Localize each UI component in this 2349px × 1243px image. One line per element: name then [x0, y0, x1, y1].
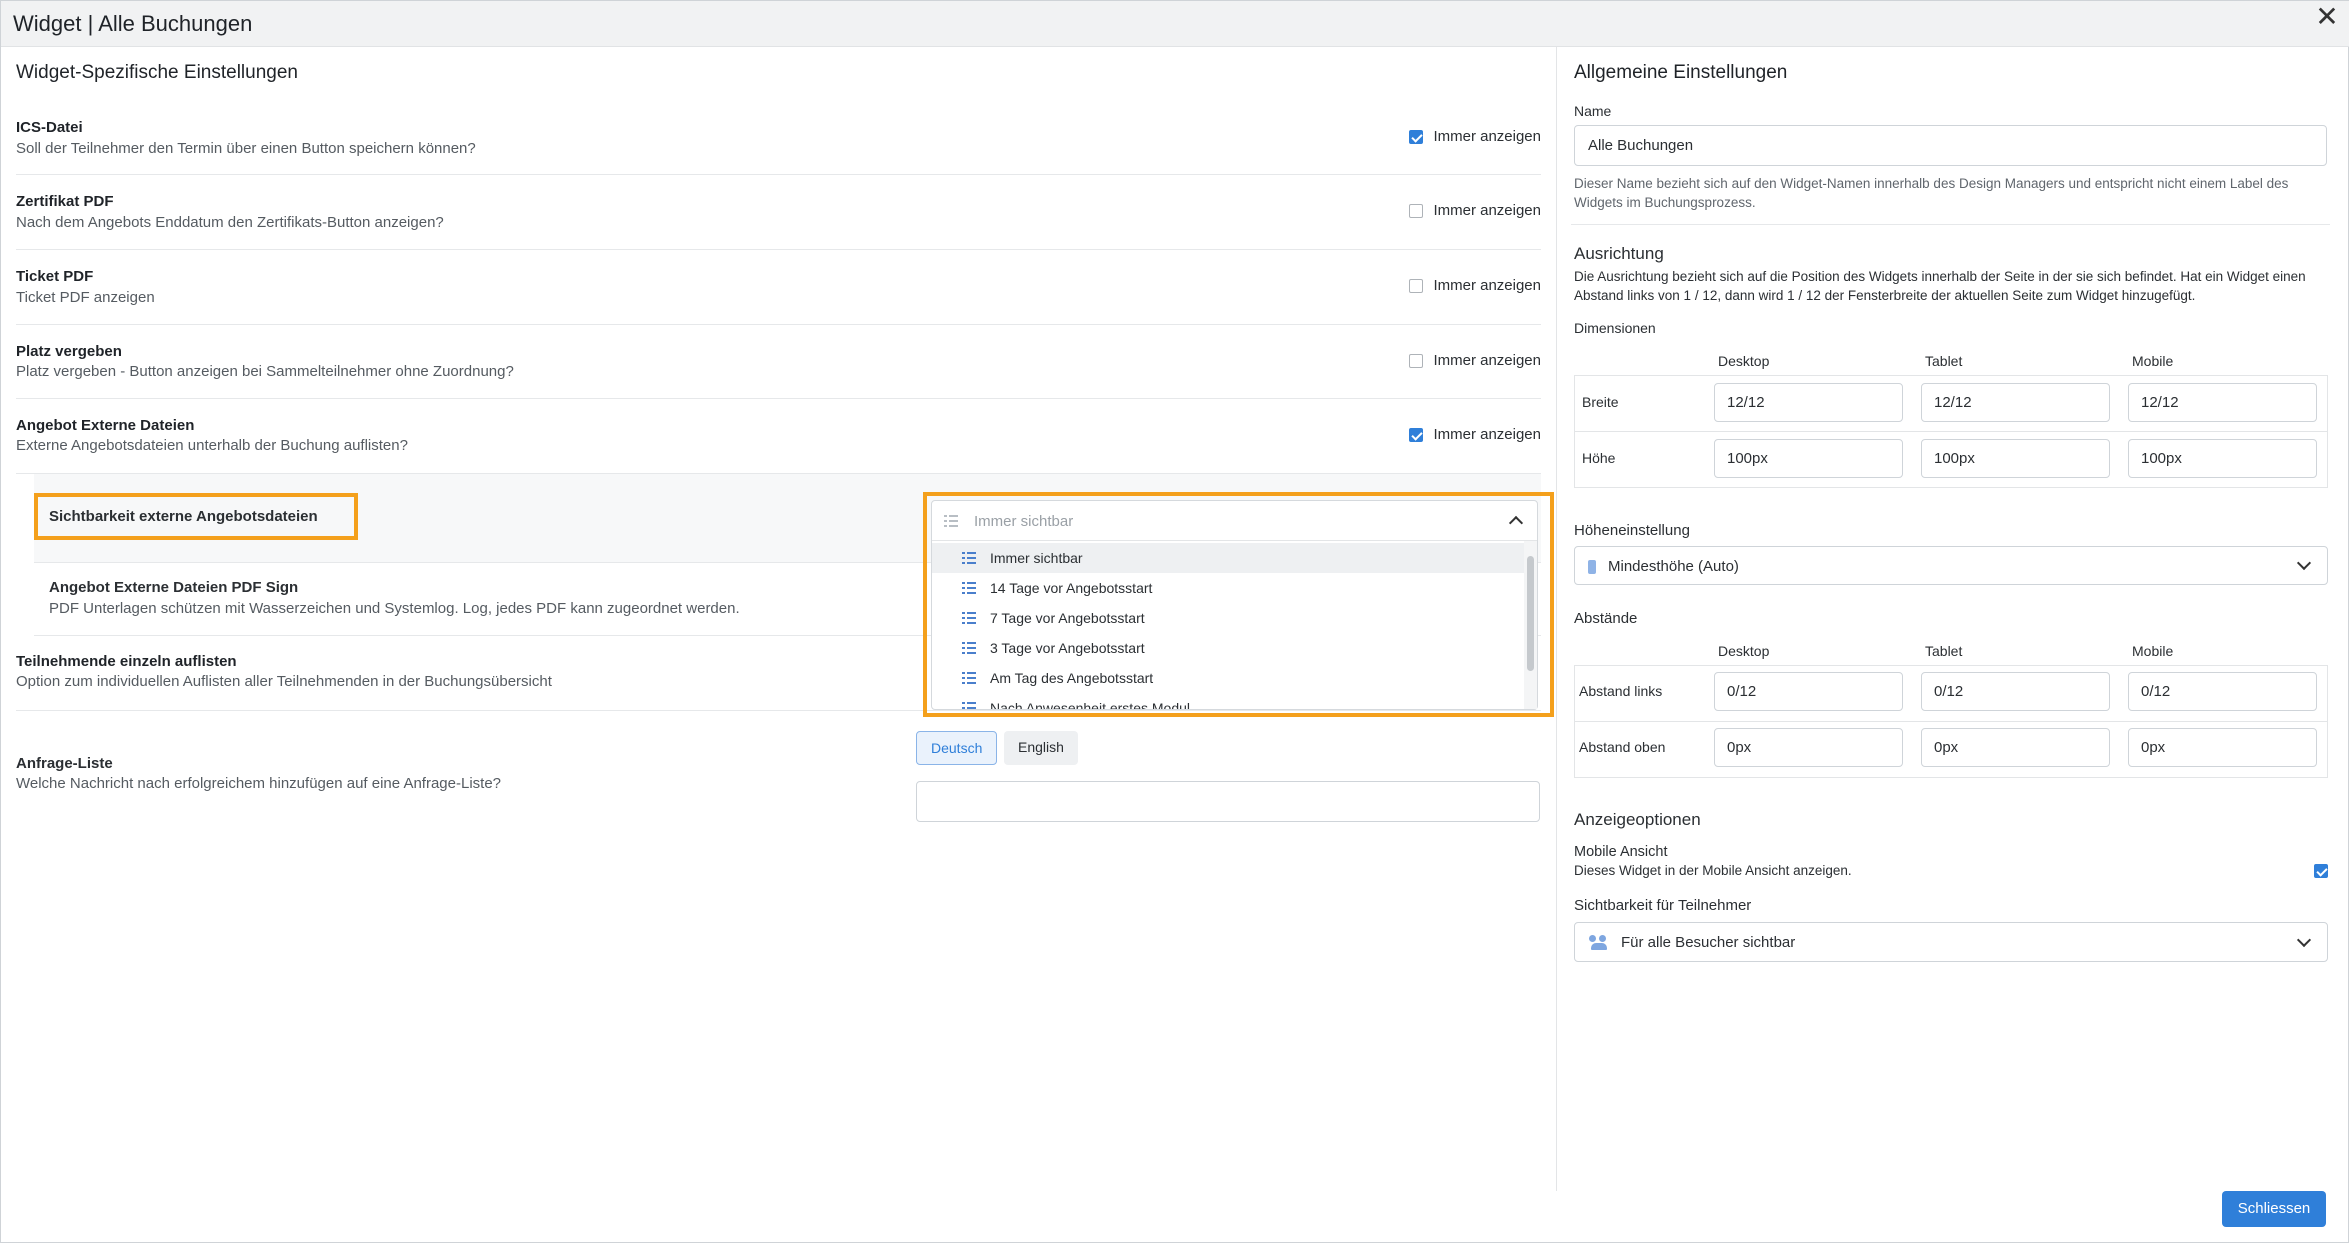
pdf-sign-title: Angebot Externe Dateien PDF Sign: [49, 579, 299, 596]
name-label: Name: [1574, 103, 1612, 119]
divider: [1571, 224, 2330, 225]
height-setting-value: Mindesthöhe (Auto): [1608, 558, 1739, 575]
mobile-view-title: Mobile Ansicht: [1574, 844, 1668, 860]
always-show-checkbox-ticket[interactable]: Immer anzeigen: [1409, 277, 1541, 294]
spacing-top-tablet-input[interactable]: 0px: [1921, 728, 2110, 767]
spacing-top-mobile-input[interactable]: 0px: [2128, 728, 2317, 767]
request-list-title: Anfrage-Liste: [16, 755, 113, 772]
setting-row-external-files: Angebot Externe Dateien Externe Angebots…: [16, 399, 1541, 474]
tab-deutsch[interactable]: Deutsch: [916, 731, 998, 765]
modal-header: Widget | Alle Buchungen: [1, 1, 2349, 47]
width-mobile-input[interactable]: 12/12: [2128, 383, 2317, 422]
visibility-label: Sichtbarkeit externe Angebotsdateien: [49, 508, 318, 525]
setting-title: ICS-Datei: [16, 119, 83, 136]
modal-title: Widget | Alle Buchungen: [13, 11, 253, 36]
close-button[interactable]: Schliessen: [2222, 1191, 2326, 1227]
chevron-down-icon[interactable]: [2296, 932, 2312, 948]
column-header-mobile: Mobile: [2132, 643, 2174, 659]
close-icon[interactable]: ✕: [2312, 3, 2342, 33]
pdf-sign-desc: PDF Unterlagen schützen mit Wasserzeiche…: [49, 600, 740, 617]
width-desktop-input[interactable]: 12/12: [1714, 383, 1903, 422]
dimension-row-label: Höhe: [1582, 450, 1616, 466]
column-header-desktop: Desktop: [1718, 643, 1770, 659]
spacing-left-mobile-input[interactable]: 0/12: [2128, 672, 2317, 711]
width-tablet-input[interactable]: 12/12: [1921, 383, 2110, 422]
checkbox-label: Immer anzeigen: [1433, 426, 1541, 443]
spacing-title: Abstände: [1574, 610, 1638, 627]
always-show-checkbox-external-files[interactable]: Immer anzeigen: [1409, 426, 1541, 443]
column-divider: [1556, 47, 1557, 1191]
general-settings-title: Allgemeine Einstellungen: [1574, 62, 1788, 83]
participant-visibility-title: Sichtbarkeit für Teilnehmer: [1574, 897, 1752, 914]
setting-title: Teilnehmende einzeln auflisten: [16, 653, 237, 670]
column-header-mobile: Mobile: [2132, 353, 2174, 369]
height-mobile-input[interactable]: 100px: [2128, 439, 2317, 478]
setting-row-ticket: Ticket PDF Ticket PDF anzeigen Immer anz…: [16, 250, 1541, 325]
spacing-top-desktop-input[interactable]: 0px: [1714, 728, 1903, 767]
height-desktop-input[interactable]: 100px: [1714, 439, 1903, 478]
column-header-desktop: Desktop: [1718, 353, 1770, 369]
request-list-desc: Welche Nachricht nach erfolgreichem hinz…: [16, 775, 502, 792]
checkbox[interactable]: [1409, 278, 1424, 293]
divider: [1574, 721, 2328, 722]
checkbox[interactable]: [1409, 203, 1424, 218]
setting-title: Zertifikat PDF: [16, 193, 114, 210]
always-show-checkbox-ics[interactable]: Immer anzeigen: [1409, 128, 1541, 145]
widget-specific-settings-title: Widget-Spezifische Einstellungen: [16, 62, 298, 83]
checkbox-label: Immer anzeigen: [1433, 352, 1541, 369]
setting-desc: Platz vergeben - Button anzeigen bei Sam…: [16, 363, 514, 380]
setting-title: Angebot Externe Dateien: [16, 417, 195, 434]
setting-desc: Externe Angebotsdateien unterhalb der Bu…: [16, 437, 408, 454]
checkbox-label: Immer anzeigen: [1433, 277, 1541, 294]
spacing-row-label: Abstand links: [1579, 683, 1663, 699]
participant-visibility-select[interactable]: Für alle Besucher sichtbar: [1574, 922, 2328, 962]
setting-row-seat: Platz vergeben Platz vergeben - Button a…: [16, 325, 1541, 399]
checkbox-label: Immer anzeigen: [1433, 128, 1541, 145]
spacing-left-desktop-input[interactable]: 0/12: [1714, 672, 1903, 711]
name-help-text: Dieser Name bezieht sich auf den Widget-…: [1574, 176, 2289, 210]
dimension-row-label: Breite: [1582, 394, 1619, 410]
spacing-left-tablet-input[interactable]: 0/12: [1921, 672, 2110, 711]
setting-row-ics: ICS-Datei Soll der Teilnehmer den Termin…: [16, 111, 1541, 175]
divider: [1574, 431, 2328, 432]
height-icon: [1588, 560, 1596, 574]
checkbox[interactable]: [1409, 129, 1424, 144]
height-setting-title: Höheneinstellung: [1574, 522, 1690, 539]
alignment-title: Ausrichtung: [1574, 244, 1664, 263]
always-show-checkbox-certificate[interactable]: Immer anzeigen: [1409, 202, 1541, 219]
always-show-checkbox-seat[interactable]: Immer anzeigen: [1409, 352, 1541, 369]
setting-desc: Soll der Teilnehmer den Termin über eine…: [16, 140, 476, 157]
setting-title: Ticket PDF: [16, 268, 94, 285]
request-list-message-input[interactable]: [916, 781, 1540, 822]
name-input[interactable]: Alle Buchungen: [1574, 125, 2327, 166]
dimensions-title: Dimensionen: [1574, 320, 1656, 336]
height-tablet-input[interactable]: 100px: [1921, 439, 2110, 478]
spacing-row-label: Abstand oben: [1579, 739, 1666, 755]
setting-desc: Option zum individuellen Auflisten aller…: [16, 673, 552, 690]
checkbox[interactable]: [1409, 353, 1424, 368]
checkbox[interactable]: [1409, 427, 1424, 442]
highlight-select-box: [923, 492, 1554, 717]
widget-settings-modal: Widget | Alle Buchungen ✕ Widget-Spezifi…: [0, 0, 2349, 1243]
participant-visibility-value: Für alle Besucher sichtbar: [1621, 934, 1796, 951]
column-header-tablet: Tablet: [1925, 353, 1963, 369]
mobile-view-desc: Dieses Widget in der Mobile Ansicht anze…: [1574, 863, 1852, 878]
chevron-down-icon[interactable]: [2296, 555, 2312, 571]
alignment-help-text: Die Ausrichtung bezieht sich auf die Pos…: [1574, 269, 2306, 303]
tab-english[interactable]: English: [1004, 731, 1078, 765]
column-header-tablet: Tablet: [1925, 643, 1963, 659]
users-icon: [1589, 935, 1609, 951]
mobile-view-checkbox[interactable]: [2314, 864, 2328, 878]
height-setting-select[interactable]: Mindesthöhe (Auto): [1574, 546, 2328, 585]
setting-title: Platz vergeben: [16, 343, 122, 360]
setting-desc: Ticket PDF anzeigen: [16, 289, 155, 306]
setting-desc: Nach dem Angebots Enddatum den Zertifika…: [16, 214, 444, 231]
display-options-title: Anzeigeoptionen: [1574, 810, 1701, 829]
checkbox-label: Immer anzeigen: [1433, 202, 1541, 219]
setting-row-certificate: Zertifikat PDF Nach dem Angebots Enddatu…: [16, 175, 1541, 250]
